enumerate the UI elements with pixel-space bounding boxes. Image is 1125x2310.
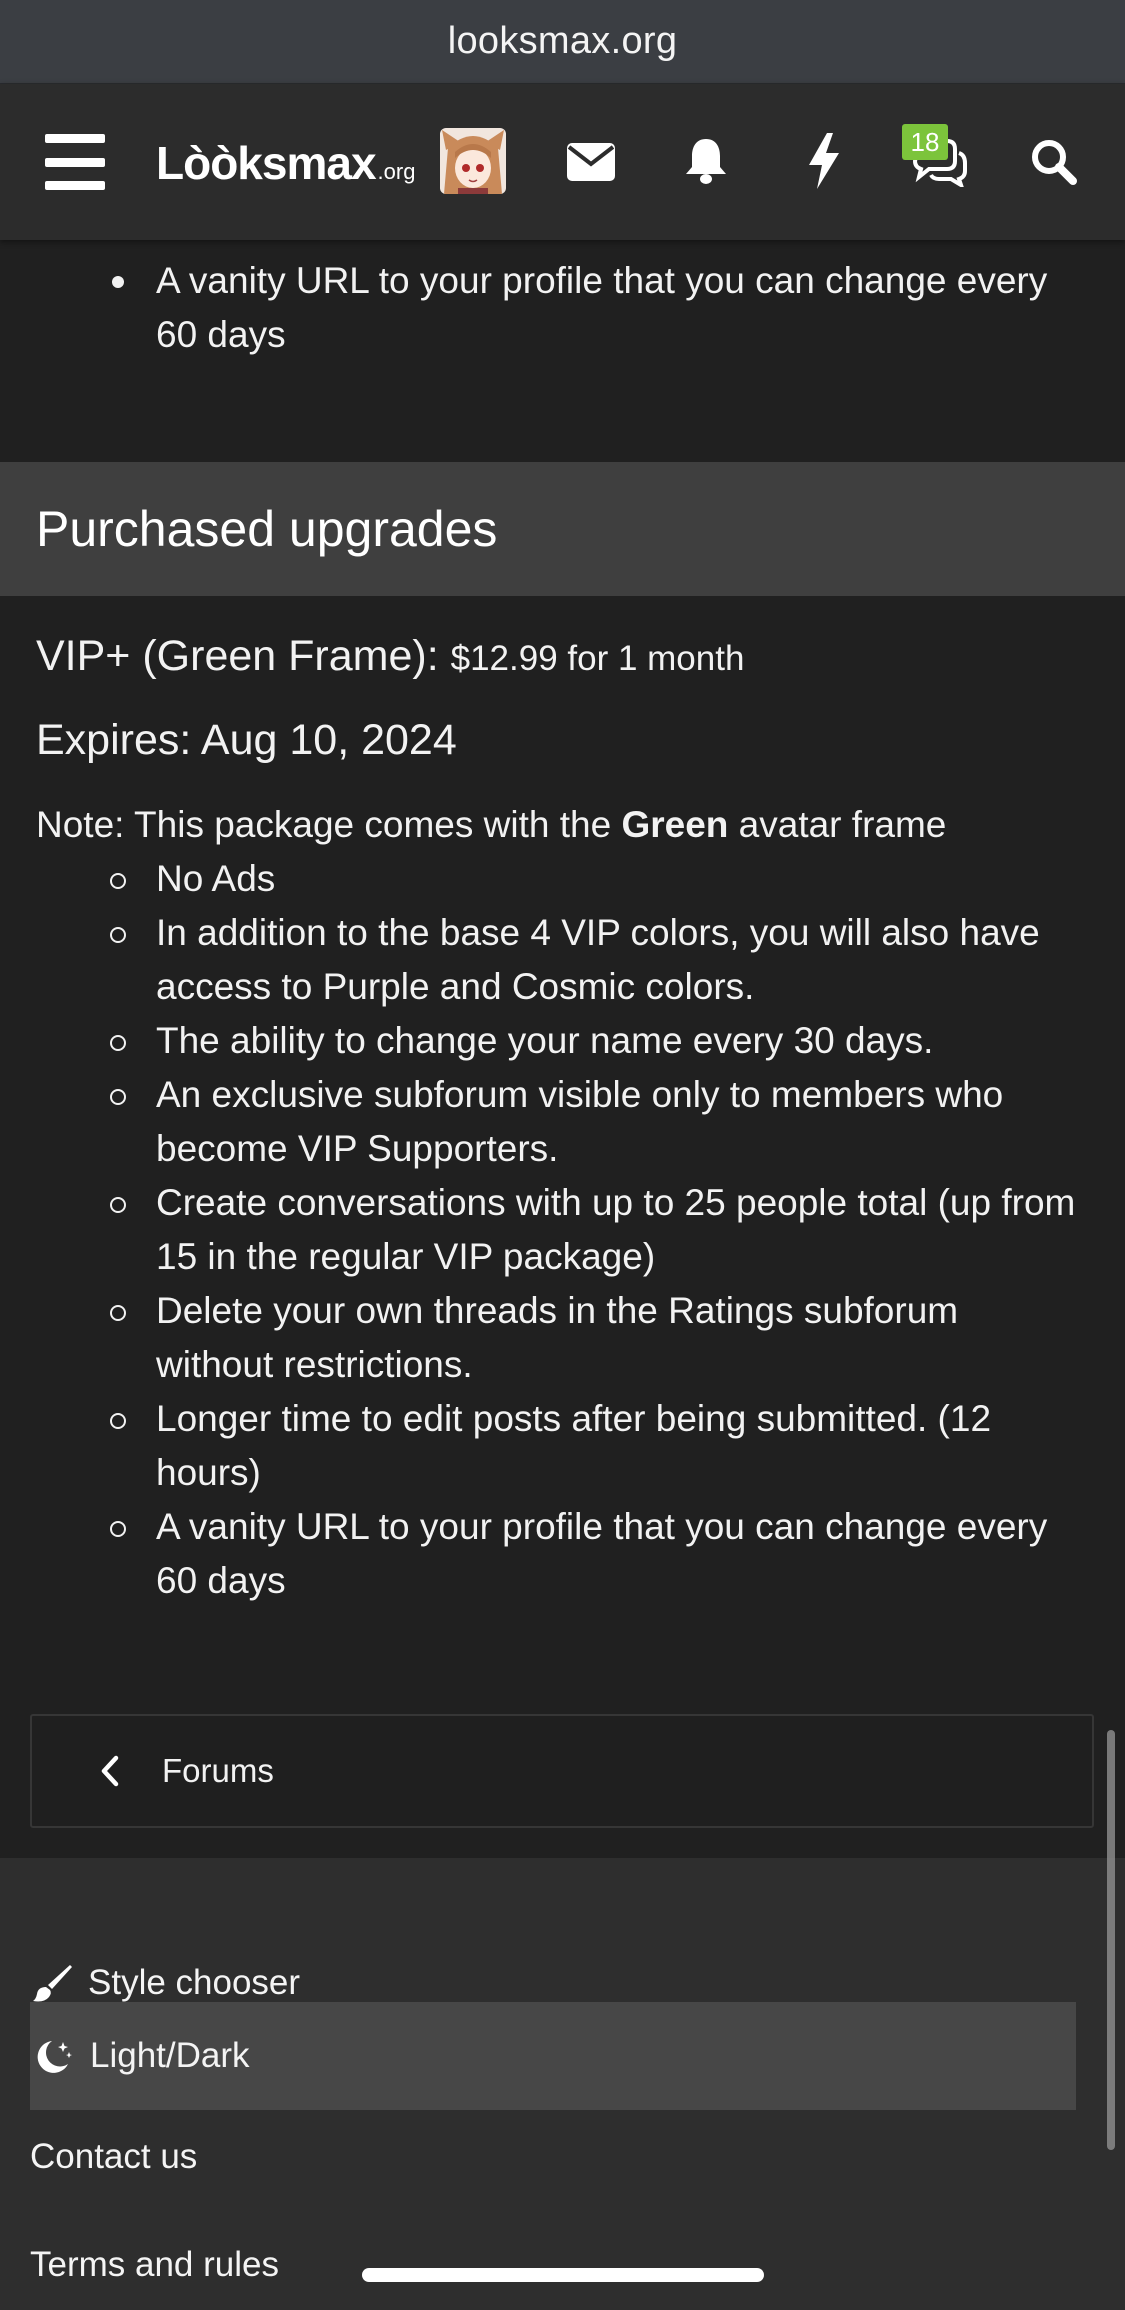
- url-text: looksmax.org: [447, 20, 678, 62]
- paint-brush-icon: [33, 1965, 72, 2002]
- light-dark-label: Light/Dark: [90, 2036, 250, 2075]
- search-icon[interactable]: [1024, 132, 1082, 190]
- note-frame-color: Green: [621, 804, 729, 845]
- package-price: $12.99 for 1 month: [450, 639, 745, 678]
- chevron-left-icon: [90, 1751, 130, 1791]
- package-name: VIP+ (Green Frame):: [36, 632, 439, 680]
- list-item: An exclusive subforum visible only to me…: [0, 1068, 1125, 1176]
- bell-icon[interactable]: [678, 130, 734, 192]
- scrollbar[interactable]: [1107, 1730, 1115, 2150]
- logo-suffix: .org: [377, 159, 416, 184]
- previous-feature-list: A vanity URL to your profile that you ca…: [0, 254, 1125, 362]
- list-item: Longer time to edit posts after being su…: [0, 1392, 1125, 1500]
- list-item: Create conversations with up to 25 peopl…: [0, 1176, 1125, 1284]
- light-dark-toggle[interactable]: Light/Dark: [30, 2002, 1076, 2110]
- list-item: A vanity URL to your profile that you ca…: [0, 254, 1125, 362]
- menu-icon[interactable]: [44, 134, 106, 190]
- package-note: Note: This package comes with the Green …: [36, 804, 946, 846]
- conversations-badge: 18: [902, 124, 948, 160]
- section-title: Purchased upgrades: [36, 501, 498, 557]
- inbox-icon[interactable]: [562, 136, 620, 188]
- section-header: Purchased upgrades: [0, 462, 1125, 596]
- moon-stars-icon: [37, 2041, 72, 2073]
- forums-back-link[interactable]: Forums: [30, 1714, 1094, 1828]
- package-expiry: Expires: Aug 10, 2024: [36, 716, 457, 764]
- list-item: In addition to the base 4 VIP colors, yo…: [0, 906, 1125, 1014]
- home-indicator: [362, 2268, 764, 2282]
- terms-link[interactable]: Terms and rules: [30, 2230, 1076, 2300]
- browser-url-bar[interactable]: looksmax.org: [0, 0, 1125, 84]
- note-text-suffix: avatar frame: [738, 804, 947, 845]
- site-footer: Style chooser Light/Dark Contact us Term…: [0, 1858, 1125, 2310]
- site-logo[interactable]: Lòòksmax .org: [156, 136, 415, 192]
- package-title: VIP+ (Green Frame): $12.99 for 1 month: [36, 632, 744, 681]
- terms-label: Terms and rules: [30, 2245, 279, 2284]
- style-chooser-label: Style chooser: [88, 1963, 301, 2002]
- forums-label: Forums: [162, 1752, 274, 1789]
- bolt-icon[interactable]: [798, 128, 850, 194]
- list-item: Delete your own threads in the Ratings s…: [0, 1284, 1125, 1392]
- site-header: Lòòksmax .org 18: [0, 84, 1125, 240]
- logo-text: Lòòksmax: [156, 137, 377, 189]
- package-feature-list: No Ads In addition to the base 4 VIP col…: [0, 852, 1125, 1608]
- list-item: The ability to change your name every 30…: [0, 1014, 1125, 1068]
- contact-us-link[interactable]: Contact us: [30, 2122, 1076, 2192]
- contact-us-label: Contact us: [30, 2137, 198, 2176]
- list-item: A vanity URL to your profile that you ca…: [0, 1500, 1125, 1608]
- list-item: No Ads: [0, 852, 1125, 906]
- avatar[interactable]: [440, 128, 506, 194]
- note-text: Note: This package comes with the: [36, 804, 612, 845]
